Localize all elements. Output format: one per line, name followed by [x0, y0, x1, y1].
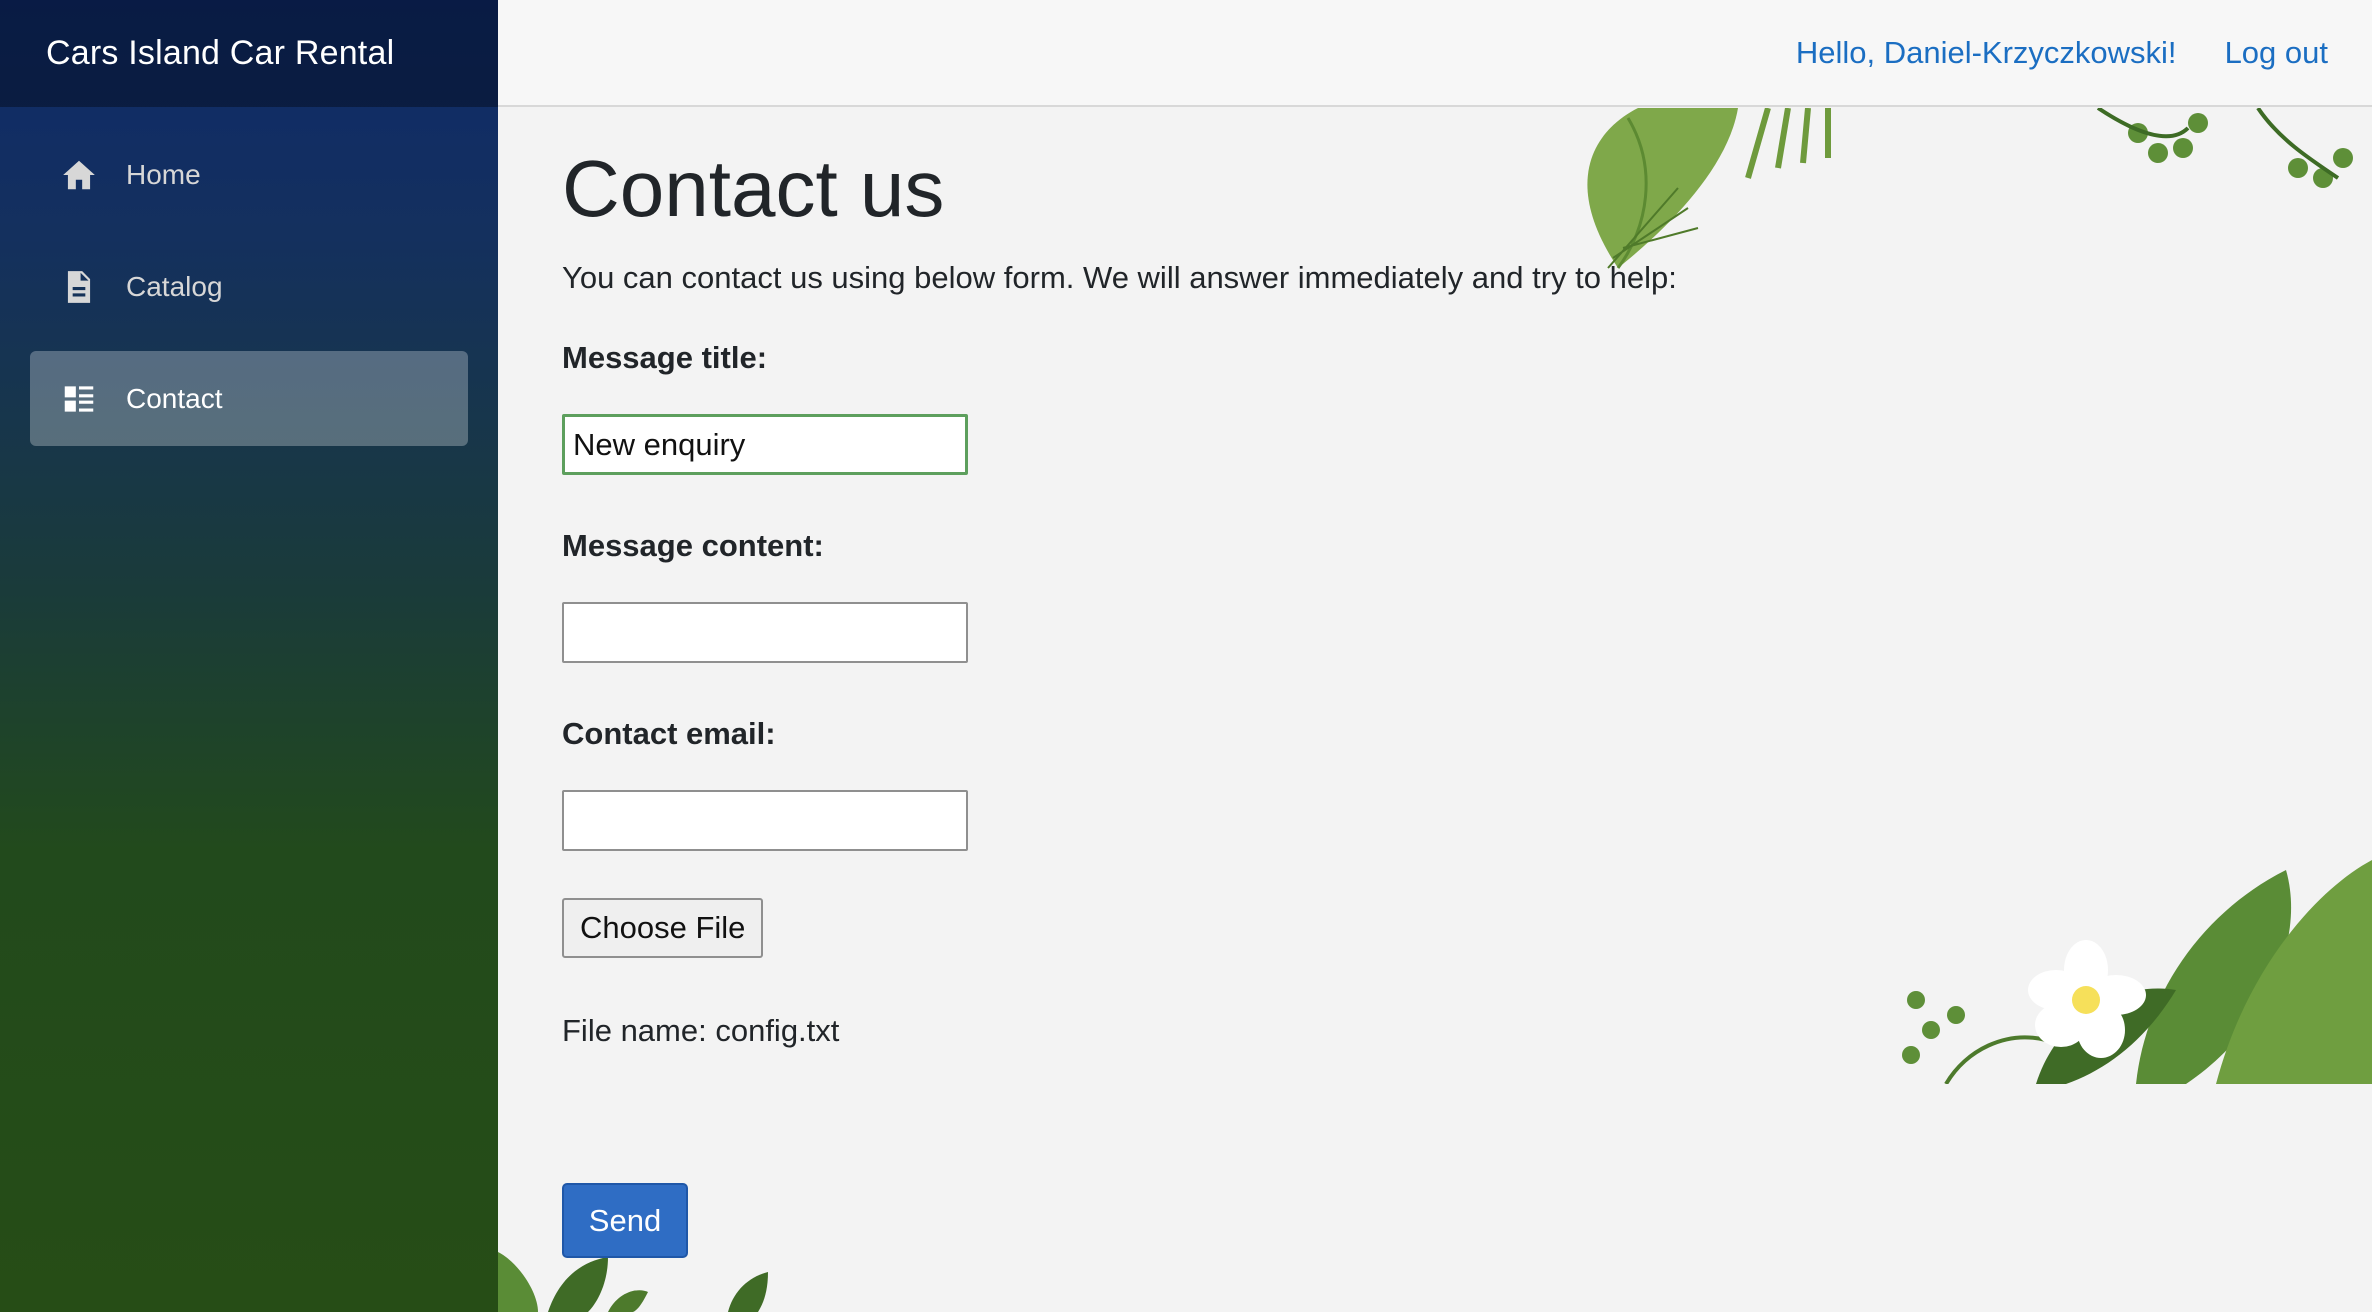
main-content: Contact us You can contact us using belo…	[498, 108, 2372, 1312]
file-name-text: File name: config.txt	[562, 1013, 840, 1048]
app-window: Cars Island Car Rental Home Catalog Cont…	[0, 0, 2372, 1312]
contact-email-input[interactable]	[562, 790, 968, 851]
sidebar-item-label: Home	[126, 158, 201, 190]
sidebar-item-label: Contact	[126, 382, 223, 414]
intro-text: You can contact us using below form. We …	[562, 260, 1677, 295]
user-greeting-link[interactable]: Hello, Daniel-Krzyczkowski!	[1796, 35, 2177, 71]
sidebar-nav: Home Catalog Contact	[0, 107, 498, 446]
logout-link[interactable]: Log out	[2225, 35, 2328, 71]
top-bar: Hello, Daniel-Krzyczkowski! Log out	[498, 0, 2372, 107]
sidebar-item-home[interactable]: Home	[30, 127, 468, 222]
contact-email-label: Contact email:	[562, 716, 776, 751]
sidebar-item-catalog[interactable]: Catalog	[30, 239, 468, 334]
sidebar-item-label: Catalog	[126, 270, 223, 302]
leaves-decoration-top	[1587, 108, 2353, 269]
message-title-input[interactable]	[562, 414, 968, 475]
list-icon	[60, 380, 98, 418]
message-title-label: Message title:	[562, 340, 768, 375]
document-icon	[60, 268, 98, 306]
sidebar: Cars Island Car Rental Home Catalog Cont…	[0, 0, 498, 1312]
send-button[interactable]: Send	[562, 1183, 688, 1258]
home-icon	[60, 156, 98, 194]
choose-file-button[interactable]: Choose File	[562, 898, 764, 958]
sidebar-item-contact[interactable]: Contact	[30, 351, 468, 446]
message-content-label: Message content:	[562, 528, 824, 563]
page-title: Contact us	[562, 144, 945, 233]
brand-title[interactable]: Cars Island Car Rental	[46, 34, 394, 73]
flower-decoration-right	[1902, 860, 2372, 1084]
brand-bar: Cars Island Car Rental	[0, 0, 498, 107]
message-content-input[interactable]	[562, 602, 968, 663]
